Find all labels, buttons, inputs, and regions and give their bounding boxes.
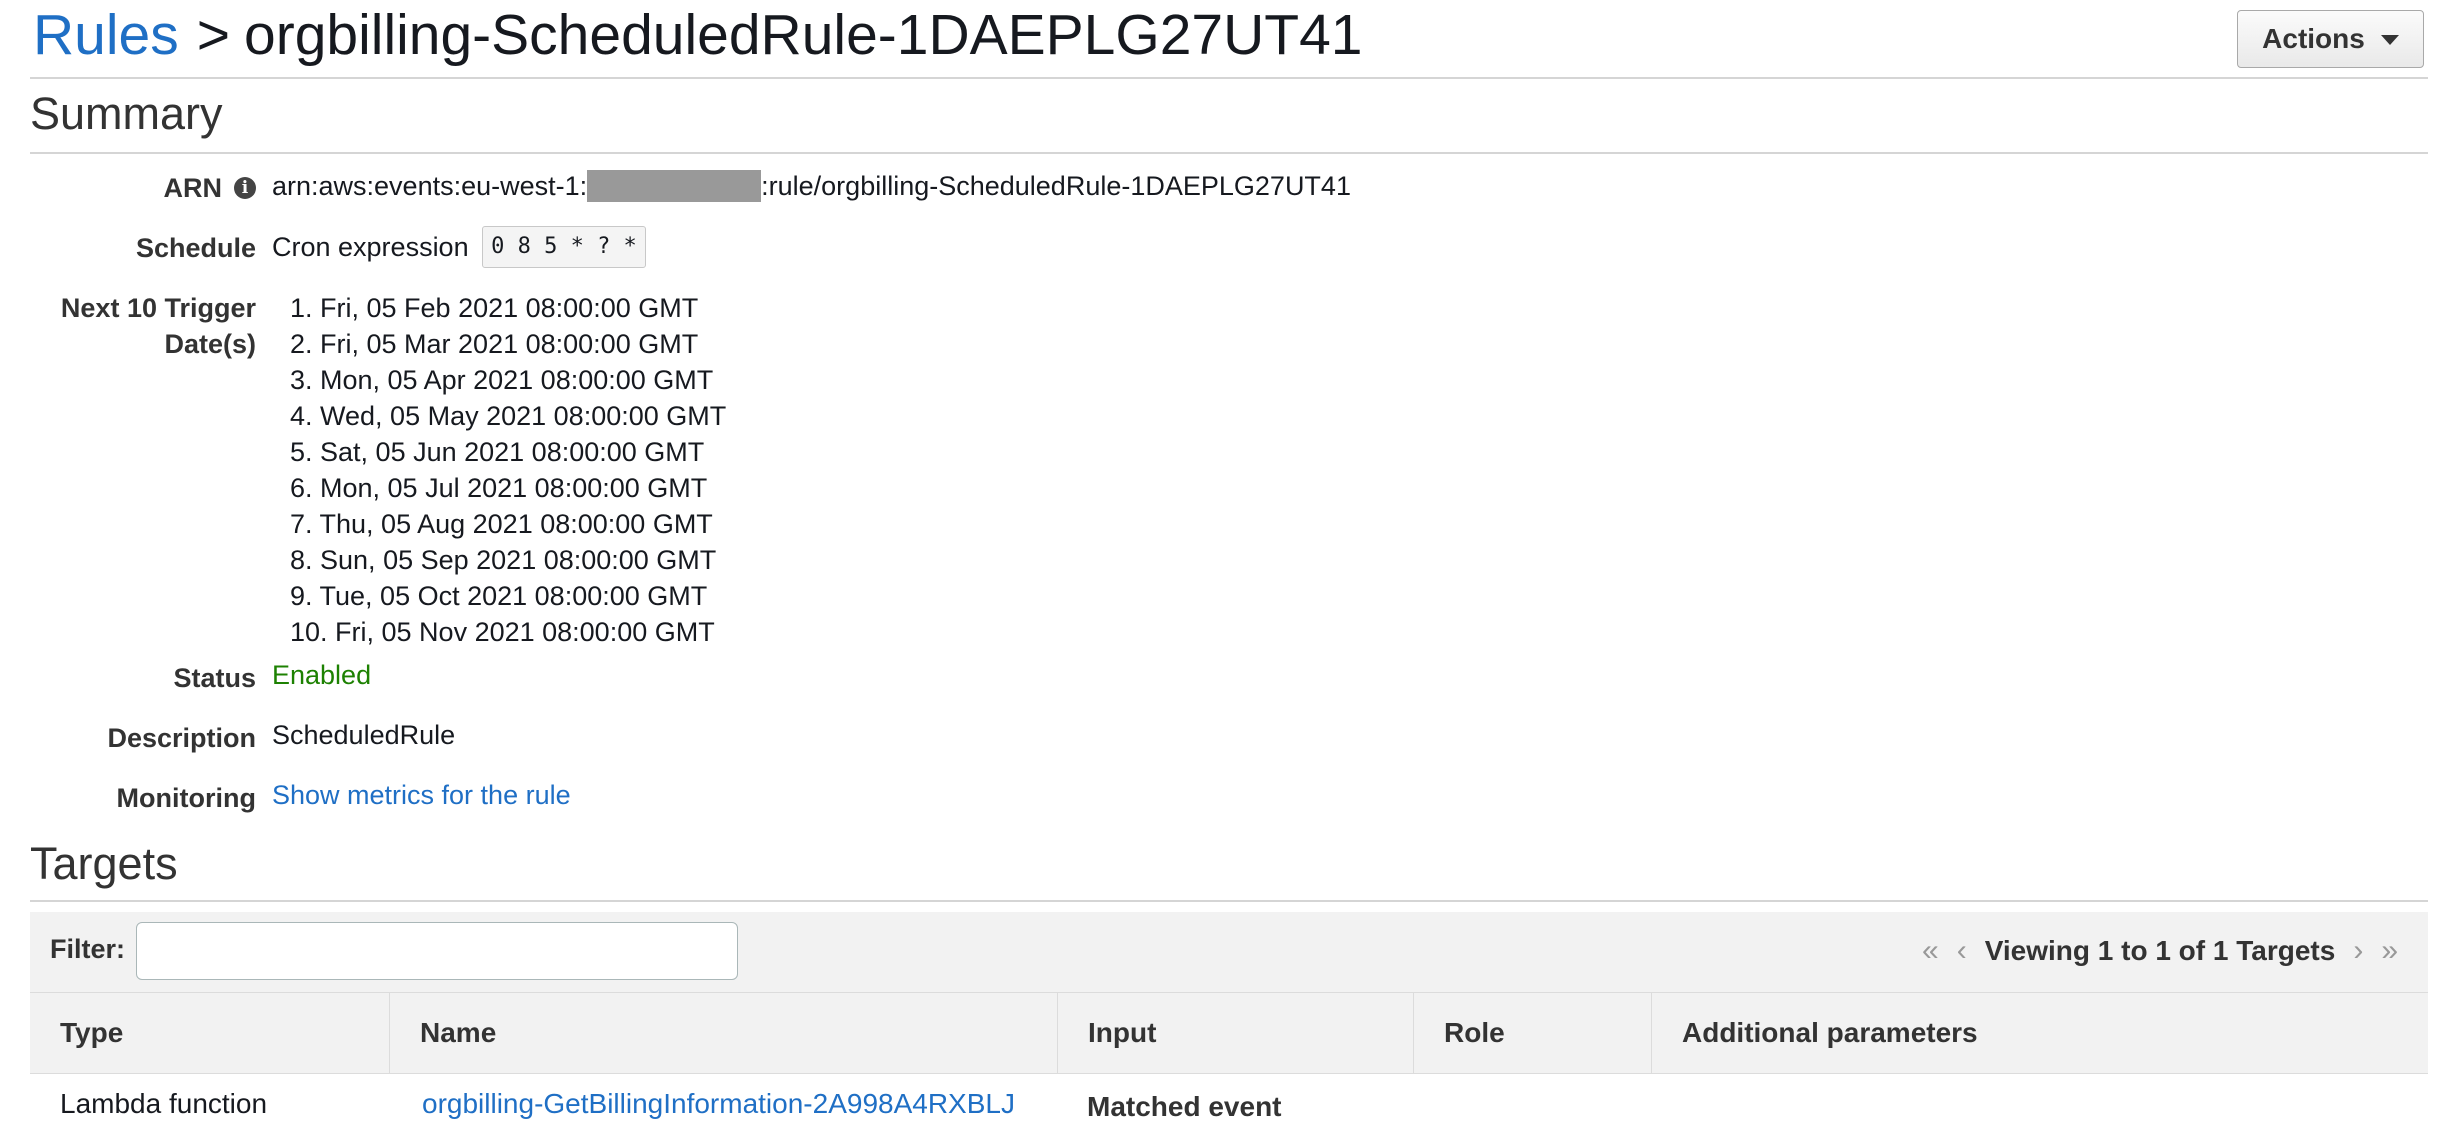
arn-label: ARN i: [0, 170, 256, 206]
schedule-type: Cron expression: [272, 232, 469, 263]
pagination-text: Viewing 1 to 1 of 1 Targets: [1984, 935, 2336, 966]
trigger-date: 2. Fri, 05 Mar 2021 08:00:00 GMT: [290, 329, 699, 359]
description-label: Description: [107, 723, 256, 753]
trigger-date: 10. Fri, 05 Nov 2021 08:00:00 GMT: [290, 617, 715, 647]
header-divider: [30, 77, 2428, 79]
column-header-additional-parameters[interactable]: Additional parameters: [1652, 993, 2428, 1073]
targets-filter-bar: Filter: « ‹ Viewing 1 to 1 of 1 Targets …: [30, 912, 2428, 993]
filter-label: Filter:: [50, 934, 126, 964]
next-trigger-label: Next 10 Trigger Date(s): [0, 290, 256, 362]
column-header-role[interactable]: Role: [1414, 993, 1652, 1073]
info-icon[interactable]: i: [234, 176, 256, 199]
trigger-date: 1. Fri, 05 Feb 2021 08:00:00 GMT: [290, 293, 699, 323]
schedule-value: Cron expression 0 8 5 * ? *: [272, 226, 646, 270]
breadcrumb-rules-link[interactable]: Rules: [33, 2, 179, 68]
target-input: Matched event: [1087, 1091, 1282, 1122]
targets-divider: [30, 900, 2428, 902]
trigger-dates-list: 1. Fri, 05 Feb 2021 08:00:00 GMT 2. Fri,…: [290, 290, 726, 650]
schedule-label: Schedule: [135, 233, 256, 263]
chevron-right-icon[interactable]: ›: [2353, 934, 2363, 968]
status-label: Status: [173, 663, 256, 693]
trigger-date: 7. Thu, 05 Aug 2021 08:00:00 GMT: [290, 509, 713, 539]
cron-expression: 0 8 5 * ? *: [482, 226, 646, 268]
actions-button[interactable]: Actions: [2237, 10, 2424, 68]
arn-prefix: arn:aws:events:eu-west-1:: [272, 171, 588, 201]
rule-name-title: orgbilling-ScheduledRule-1DAEPLG27UT41: [244, 3, 1363, 67]
trigger-date: 9. Tue, 05 Oct 2021 08:00:00 GMT: [290, 581, 708, 611]
show-metrics-link[interactable]: Show metrics for the rule: [272, 777, 571, 813]
caret-down-icon: [2380, 35, 2399, 45]
targets-table-header: Type Name Input Role Additional paramete…: [30, 993, 2428, 1074]
breadcrumb-separator: >: [196, 3, 231, 67]
column-header-name[interactable]: Name: [390, 993, 1058, 1073]
targets-heading: Targets: [30, 838, 178, 889]
summary-divider: [30, 152, 2428, 154]
double-chevron-right-icon[interactable]: »: [2381, 934, 2398, 968]
next-trigger-label-line2: Date(s): [164, 329, 256, 359]
target-name-link[interactable]: orgbilling-GetBillingInformation-2A998A4…: [422, 1086, 1015, 1122]
page-title: Rules > orgbilling-ScheduledRule-1DAEPLG…: [33, 0, 1363, 70]
summary-heading: Summary: [30, 88, 223, 139]
next-trigger-label-line1: Next 10 Trigger: [60, 293, 256, 323]
trigger-date: 3. Mon, 05 Apr 2021 08:00:00 GMT: [290, 365, 714, 395]
column-header-input[interactable]: Input: [1058, 993, 1414, 1073]
arn-suffix: :rule/orgbilling-ScheduledRule-1DAEPLG27…: [761, 171, 1351, 201]
redacted-account-id: [587, 169, 762, 202]
trigger-date: 8. Sun, 05 Sep 2021 08:00:00 GMT: [290, 545, 717, 575]
trigger-date: 4. Wed, 05 May 2021 08:00:00 GMT: [290, 401, 727, 431]
chevron-left-icon[interactable]: ‹: [1957, 934, 1967, 968]
trigger-date: 5. Sat, 05 Jun 2021 08:00:00 GMT: [290, 437, 705, 467]
rule-detail-page: Rules > orgbilling-ScheduledRule-1DAEPLG…: [0, 0, 2446, 1134]
monitoring-label: Monitoring: [116, 783, 256, 813]
status-value: Enabled: [272, 660, 372, 690]
description-value: ScheduledRule: [272, 720, 456, 750]
trigger-date: 6. Mon, 05 Jul 2021 08:00:00 GMT: [290, 473, 708, 503]
actions-button-label: Actions: [2262, 23, 2365, 54]
target-type: Lambda function: [60, 1088, 268, 1119]
double-chevron-left-icon[interactable]: «: [1922, 934, 1939, 968]
pagination: « ‹ Viewing 1 to 1 of 1 Targets › »: [1922, 934, 2398, 968]
column-header-type[interactable]: Type: [30, 993, 390, 1073]
arn-label-text: ARN: [163, 173, 223, 203]
filter-input[interactable]: [136, 922, 738, 980]
arn-value: arn:aws:events:eu-west-1: :rule/orgbillin…: [272, 168, 1351, 204]
